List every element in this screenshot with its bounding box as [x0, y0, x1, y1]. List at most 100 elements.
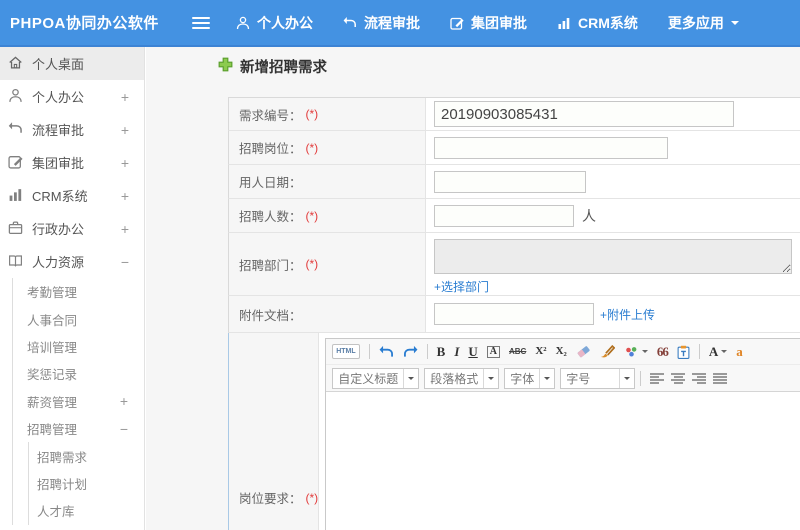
hr-submenu: 考勤管理 人事合同 培训管理 奖惩记录 薪资管理 + 招聘管理 − 招聘需求 招… — [12, 278, 144, 525]
sidebar-item-personal-desktop[interactable]: 个人桌面 — [0, 47, 144, 80]
sidebar: 个人桌面 个人办公 + 流程审批 + 集团审批 + CRM系统 + 行政办公 + — [0, 47, 145, 530]
nav-label: 更多应用 — [667, 14, 724, 31]
sidebar-item-recruit-mgmt[interactable]: 招聘管理 − — [13, 415, 144, 442]
toolbar-separator — [640, 370, 642, 386]
select-department-link[interactable]: +选择部门 — [434, 278, 489, 295]
format-painter-icon[interactable] — [600, 345, 615, 358]
font-family-select[interactable]: 字体 — [504, 367, 556, 389]
nav-crm-system[interactable]: CRM系统 — [557, 13, 638, 33]
form-row-date: 用人日期： — [228, 165, 800, 199]
autotypeset-button[interactable]: A — [486, 345, 500, 358]
nav-group-approval[interactable]: 集团审批 — [450, 13, 527, 33]
code-input[interactable] — [434, 101, 734, 127]
alignment-buttons — [650, 372, 728, 384]
font-size-select[interactable]: 字号 — [560, 367, 636, 389]
bar-chart-icon — [557, 16, 571, 30]
nav-workflow-approval[interactable]: 流程审批 — [343, 13, 420, 33]
underline-button[interactable]: U — [468, 345, 477, 358]
sidebar-item-label: 流程审批 — [32, 123, 85, 138]
nav-label: 集团审批 — [471, 14, 527, 31]
sidebar-item-training[interactable]: 培训管理 — [13, 333, 144, 360]
strikethrough-button[interactable]: ABC — [509, 347, 526, 356]
paragraph-format-select[interactable]: 段落格式 — [424, 367, 500, 389]
expand-plus-icon[interactable]: + — [119, 188, 131, 204]
department-label: 招聘部门： (*) — [229, 233, 426, 295]
highlight-color-button[interactable]: a — [736, 345, 743, 358]
app-logo: PHPOA协同办公软件 — [10, 15, 159, 32]
sidebar-item-label: 招聘需求 — [37, 450, 88, 465]
sidebar-item-attendance[interactable]: 考勤管理 — [13, 278, 144, 305]
undo-icon[interactable] — [379, 345, 394, 358]
sidebar-item-salary[interactable]: 薪资管理 + — [13, 388, 144, 415]
font-color-button[interactable]: A — [709, 345, 728, 358]
top-navigation: 个人办公 流程审批 集团审批 CRM系统 更多应用 — [236, 13, 739, 33]
redo-icon[interactable] — [403, 345, 418, 358]
nav-personal-office[interactable]: 个人办公 — [236, 13, 313, 33]
sidebar-item-label: 人力资源 — [32, 255, 85, 270]
sidebar-item-talent-pool[interactable]: 人才库 — [29, 497, 144, 524]
subscript-button[interactable]: X₂ — [556, 346, 567, 357]
date-input[interactable] — [434, 170, 586, 193]
page-title: 新增招聘需求 — [218, 56, 327, 77]
required-mark: (*) — [305, 257, 319, 271]
attachment-label: 附件文档： — [229, 296, 426, 332]
sidebar-item-crm-system[interactable]: CRM系统 + — [0, 179, 144, 212]
edit-icon — [450, 16, 464, 30]
upload-attachment-link[interactable]: +附件上传 — [600, 306, 655, 323]
collapse-minus-icon[interactable]: − — [118, 421, 130, 437]
expand-plus-icon[interactable]: + — [119, 89, 131, 105]
sidebar-item-personal-office[interactable]: 个人办公 + — [0, 80, 144, 113]
chevron-down-icon — [403, 368, 418, 388]
sidebar-item-workflow-approval[interactable]: 流程审批 + — [0, 113, 144, 146]
sidebar-item-recruit-plan[interactable]: 招聘计划 — [29, 470, 144, 497]
sidebar-item-hr-contract[interactable]: 人事合同 — [13, 305, 144, 332]
sidebar-item-group-approval[interactable]: 集团审批 + — [0, 146, 144, 179]
book-icon — [8, 253, 23, 271]
paste-text-icon[interactable] — [677, 345, 690, 359]
eraser-icon[interactable] — [576, 345, 591, 358]
menu-toggle-icon[interactable] — [192, 14, 210, 32]
align-center-icon[interactable] — [671, 372, 686, 384]
blockquote-button[interactable]: 66 — [657, 345, 669, 358]
sidebar-item-human-resources[interactable]: 人力资源 − — [0, 245, 144, 278]
count-input[interactable] — [434, 204, 574, 227]
color-palette-icon[interactable] — [624, 346, 648, 358]
source-code-button[interactable]: HTML — [332, 344, 360, 359]
sidebar-item-label: 考勤管理 — [27, 286, 78, 301]
bold-button[interactable]: B — [437, 345, 446, 358]
position-input[interactable] — [434, 136, 668, 159]
justify-icon[interactable] — [713, 372, 728, 384]
editor-content-area[interactable] — [326, 392, 800, 530]
nav-more-apps[interactable]: 更多应用 — [668, 13, 739, 33]
sidebar-item-rewards[interactable]: 奖惩记录 — [13, 360, 144, 387]
expand-plus-icon[interactable]: + — [119, 221, 131, 237]
chevron-down-icon — [721, 350, 728, 356]
sidebar-item-label: 招聘计划 — [37, 477, 88, 492]
nav-label: 流程审批 — [364, 14, 420, 31]
expand-plus-icon[interactable]: + — [119, 122, 131, 138]
sidebar-item-recruit-demand[interactable]: 招聘需求 — [29, 442, 144, 469]
custom-heading-select[interactable]: 自定义标题 — [332, 367, 420, 389]
expand-plus-icon[interactable]: + — [119, 155, 131, 171]
count-label: 招聘人数： (*) — [229, 199, 426, 232]
attachment-input[interactable] — [434, 303, 594, 325]
italic-button[interactable]: I — [454, 345, 459, 358]
chevron-down-icon — [619, 368, 634, 388]
collapse-minus-icon[interactable]: − — [119, 254, 131, 270]
editor-toolbar-row1: HTML B I U A ABC X² X₂ 66 A a — [326, 339, 800, 365]
form-row-department: 招聘部门： (*) +选择部门 — [228, 233, 800, 296]
align-left-icon[interactable] — [650, 372, 665, 384]
expand-plus-icon[interactable]: + — [118, 393, 130, 409]
sidebar-item-label: 招聘管理 — [27, 423, 78, 438]
recruit-submenu: 招聘需求 招聘计划 人才库 — [28, 442, 144, 525]
toolbar-separator — [426, 344, 428, 359]
toolbar-separator — [698, 344, 700, 359]
workflow-icon — [8, 121, 23, 139]
sidebar-item-admin-office[interactable]: 行政办公 + — [0, 212, 144, 245]
align-right-icon[interactable] — [692, 372, 707, 384]
nav-label: 个人办公 — [257, 14, 313, 31]
superscript-button[interactable]: X² — [535, 346, 546, 357]
required-mark: (*) — [305, 208, 319, 223]
department-textarea[interactable] — [434, 239, 792, 274]
workflow-icon — [343, 16, 357, 30]
